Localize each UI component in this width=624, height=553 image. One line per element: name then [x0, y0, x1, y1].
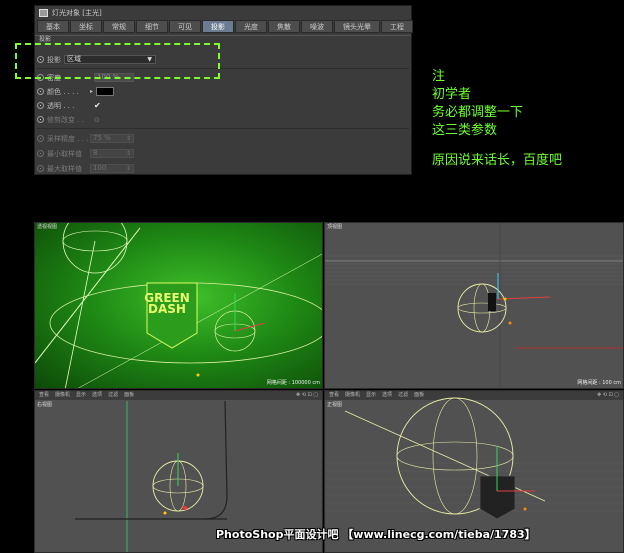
note-line: 务必都调整一下	[432, 105, 524, 120]
clip-row: 修剪改变 . . ⊙	[37, 114, 100, 125]
min-samples-row: 最小取样值 8 ⇕	[37, 148, 134, 159]
color-radio[interactable]	[37, 88, 44, 95]
transparency-row: 透明 . . . ✔	[37, 100, 101, 111]
light-object-icon	[39, 8, 48, 17]
note-line: 这三类参数	[432, 123, 498, 138]
min-samples-label: 最小取样值	[47, 149, 82, 158]
clip-radio[interactable]	[37, 116, 44, 123]
color-swatch[interactable]	[96, 87, 115, 96]
max-samples-label: 最大取样值	[47, 164, 82, 173]
clip-checkbox[interactable]: ⊙	[94, 116, 100, 124]
note-line: 原因说来话长，百度吧	[432, 153, 563, 168]
top-viewport[interactable]: 顶视图 网格间距 : 100 cm	[324, 222, 624, 389]
perspective-viewport[interactable]: 透视视图 GREEN DASH 网格间距 : 100000 cm	[34, 222, 323, 389]
viewport-label: 正视图	[327, 402, 343, 408]
tab-9[interactable]: 镜头光晕	[334, 20, 380, 33]
watermark: PhotoShop平面设计吧 【www.linecg.com/tieba/178…	[216, 528, 536, 541]
tab-10[interactable]: 工程	[381, 20, 413, 33]
max-samples-field[interactable]: 100 ⇕	[90, 164, 134, 173]
tab-0[interactable]: 基本	[37, 20, 69, 33]
attribute-panel: 灯光对象 [主光] 基本 坐标 常规 细节 可见 投影 光度 焦散 噪波 镜头光晕 工程 投影 投影…	[34, 5, 413, 175]
clip-label: 修剪改变 . .	[47, 115, 84, 124]
max-samples-row: 最大取样值 100 ⇕	[37, 163, 134, 174]
viewport-label: 透视视图	[37, 224, 58, 230]
transparency-label: 透明 . . .	[47, 101, 75, 110]
highlight-box	[15, 43, 220, 79]
grid-spacing-label: 网格间距 : 100 cm	[577, 380, 621, 386]
note-line: 初学者	[432, 87, 472, 102]
transparency-radio[interactable]	[37, 102, 44, 109]
max-samples-radio[interactable]	[37, 165, 44, 172]
tab-6[interactable]: 光度	[235, 20, 267, 33]
tab-4[interactable]: 可见	[169, 20, 201, 33]
logo-line: DASH	[148, 302, 186, 316]
note-line	[432, 140, 562, 152]
tab-5[interactable]: 投影	[202, 20, 234, 33]
min-samples-field[interactable]: 8 ⇕	[90, 149, 134, 158]
sampling-value: 75 %	[93, 134, 111, 142]
divider	[37, 128, 409, 129]
min-samples-value: 8	[93, 149, 98, 157]
tab-8[interactable]: 噪波	[301, 20, 333, 33]
panel-tabs: 基本 坐标 常规 细节 可见 投影 光度 焦散 噪波 镜头光晕 工程	[35, 19, 413, 34]
transparency-checkbox[interactable]: ✔	[94, 101, 101, 110]
viewport-label: 顶视图	[327, 224, 343, 230]
tab-3[interactable]: 细节	[136, 20, 168, 33]
logo-text: GREEN DASH	[137, 292, 197, 316]
tab-1[interactable]: 坐标	[70, 20, 102, 33]
note-text: 注 初学者 务必都调整一下 这三类参数 原因说来话长，百度吧	[432, 68, 562, 170]
section-title: 投影	[35, 35, 411, 43]
sampling-label: 采样精度 . . .	[47, 134, 89, 143]
spinner-icon: ⇕	[125, 165, 131, 172]
panel-title: 灯光对象 [主光]	[52, 8, 102, 17]
panel-titlebar: 灯光对象 [主光]	[35, 6, 411, 19]
spinner-icon: ⇕	[125, 150, 131, 157]
sampling-radio[interactable]	[37, 135, 44, 142]
expand-arrow-icon[interactable]: ▸	[90, 88, 93, 95]
sampling-row: 采样精度 . . . 75 % ⇕	[37, 133, 134, 144]
sampling-field[interactable]: 75 % ⇕	[90, 134, 134, 143]
min-samples-radio[interactable]	[37, 150, 44, 157]
color-row: 颜色 . . . . ▸	[37, 86, 115, 97]
note-line: 注	[432, 69, 446, 84]
spinner-icon: ⇕	[125, 135, 131, 142]
max-samples-value: 100	[93, 164, 107, 172]
grid-spacing-label: 网格间距 : 100000 cm	[266, 380, 320, 386]
viewport-label: 右视图	[37, 402, 53, 408]
tab-2[interactable]: 常规	[103, 20, 135, 33]
color-label: 颜色 . . . .	[47, 87, 79, 96]
top-scene	[325, 223, 623, 388]
tab-7[interactable]: 焦散	[268, 20, 300, 33]
